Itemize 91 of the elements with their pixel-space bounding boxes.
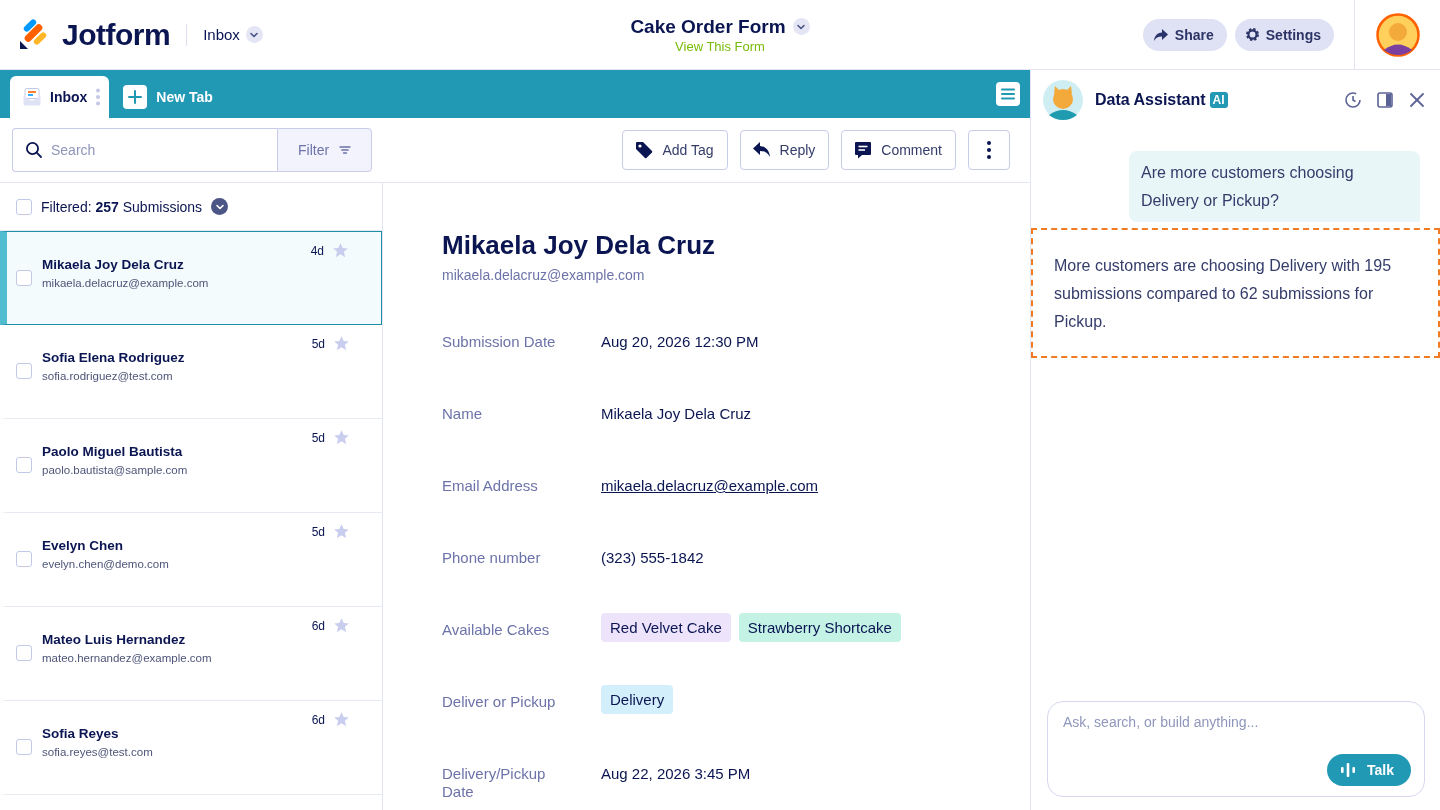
submission-age: 4d: [310, 243, 324, 258]
submitter-name: Sofia Reyes: [42, 726, 120, 741]
answer-tag: Red Velvet Cake: [601, 613, 731, 642]
submitter-email: sofia.reyes@test.com: [42, 746, 154, 758]
avatar-icon[interactable]: [1375, 12, 1420, 57]
comment-button[interactable]: Comment: [841, 130, 956, 170]
checkbox[interactable]: [16, 645, 32, 661]
submission-item[interactable]: Paolo Miguel Bautista paolo.bautista@sample.com 5d: [0, 419, 382, 513]
submitter-email: mikaela.delacruz@example.com: [442, 267, 646, 283]
panel-icon[interactable]: [1376, 91, 1394, 109]
field-value: (323) 555-1842: [601, 549, 704, 567]
submission-item[interactable]: Sofia Reyes sofia.reyes@test.com 6d: [0, 701, 382, 795]
user-message: Are more customers choosing Delivery or Pickup?: [1129, 151, 1420, 222]
submission-age: 5d: [311, 430, 325, 445]
settings-button[interactable]: Settings: [1234, 18, 1334, 51]
submitter-email: evelyn.chen@demo.com: [42, 558, 170, 570]
submission-item[interactable]: Mateo Luis Hernandez mateo.hernandez@example.com 6d: [0, 607, 382, 701]
reply-button[interactable]: Reply: [739, 130, 830, 170]
submitter-email: mateo.hernandez@example.com: [42, 652, 213, 664]
answer-tag: Strawberry Shortcake: [738, 613, 901, 642]
section-dropdown[interactable]: Inbox: [203, 26, 263, 43]
checkbox[interactable]: [16, 457, 32, 473]
filter-summary: Filtered: 257 Submissions: [41, 198, 203, 215]
assistant-message: More customers are choosing Delivery with 195 submissions compared to 62 submissions for Pickup.: [1031, 228, 1440, 358]
submission-age: 5d: [311, 524, 325, 539]
star-icon[interactable]: [333, 429, 350, 446]
dropdown-button[interactable]: [211, 198, 229, 215]
answer-tag: Delivery: [601, 685, 674, 714]
field-value: Mikaela Joy Dela Cruz: [601, 405, 752, 423]
share-icon: [1152, 27, 1169, 42]
chevron-button[interactable]: [792, 18, 810, 35]
kebab-icon: [95, 87, 102, 107]
submitter-email: paolo.bautista@sample.com: [42, 464, 189, 476]
submission-age: 6d: [311, 618, 325, 633]
field-label: Delivery/Pickup Date: [442, 765, 547, 801]
checkbox[interactable]: [16, 551, 32, 567]
field-label: Name: [442, 405, 483, 423]
submission-age: 5d: [311, 336, 325, 351]
more-icon: [986, 140, 992, 160]
voice-icon: [1341, 763, 1355, 777]
submission-item[interactable]: Sofia Elena Rodriguez sofia.rodriguez@test.com 5d: [0, 325, 382, 419]
field-value: Aug 22, 2026 3:45 PM: [601, 765, 751, 783]
submitter-email: mikaela.delacruz@example.com: [42, 277, 210, 289]
search-icon: [25, 141, 43, 159]
checkbox[interactable]: [16, 198, 32, 215]
submitter-name: Sofia Elena Rodriguez: [42, 350, 186, 365]
submission-item[interactable]: Mikaela Joy Dela Cruz mikaela.delacruz@example.com 4d: [0, 231, 382, 325]
form-title: Cake Order Form: [630, 15, 786, 38]
star-icon[interactable]: [333, 523, 350, 540]
email-link[interactable]: mikaela.delacruz@example.com: [601, 477, 818, 495]
field-label: Phone number: [442, 549, 542, 567]
field-label: Available Cakes: [442, 621, 551, 639]
reply-icon: [751, 141, 772, 159]
star-icon[interactable]: [333, 711, 350, 728]
add-tag-button[interactable]: Add Tag: [622, 130, 728, 170]
submission-age: 6d: [311, 712, 325, 727]
field-label: Submission Date: [442, 333, 557, 351]
tag-icon: [634, 140, 655, 160]
ai-badge: AI: [1209, 92, 1228, 108]
checkbox[interactable]: [16, 739, 32, 755]
inbox-tab[interactable]: Inbox: [10, 76, 110, 118]
field-label: Deliver or Pickup: [442, 693, 557, 711]
more-button[interactable]: [968, 130, 1010, 170]
history-icon[interactable]: [1344, 91, 1362, 109]
filter-button[interactable]: Filter: [277, 128, 372, 172]
share-button[interactable]: Share: [1142, 18, 1227, 51]
assistant-avatar: [1043, 80, 1083, 120]
search-field[interactable]: Search: [12, 128, 277, 172]
close-icon[interactable]: [1408, 91, 1426, 109]
inbox-icon: [22, 87, 42, 107]
checkbox[interactable]: [16, 270, 32, 286]
plus-icon: [123, 85, 148, 109]
filter-icon: [339, 145, 352, 155]
star-icon[interactable]: [333, 335, 350, 352]
field-label: Email Address: [442, 477, 539, 495]
submitter-name: Mateo Luis Hernandez: [42, 632, 187, 647]
settings-icon: [1244, 27, 1260, 42]
submitter-name: Mikaela Joy Dela Cruz: [42, 257, 185, 272]
star-icon[interactable]: [333, 617, 350, 634]
submission-item[interactable]: Evelyn Chen evelyn.chen@demo.com 5d: [0, 513, 382, 607]
submitter-name: Mikaela Joy Dela Cruz: [442, 230, 716, 261]
menu-icon[interactable]: [996, 82, 1020, 106]
field-value: Aug 20, 2026 12:30 PM: [601, 333, 759, 351]
comment-icon: [853, 140, 874, 160]
checkbox[interactable]: [16, 363, 32, 379]
submitter-name: Evelyn Chen: [42, 538, 125, 553]
star-icon[interactable]: [332, 242, 349, 259]
assistant-title: Data Assistant: [1095, 91, 1206, 109]
submitter-email: sofia.rodriguez@test.com: [42, 370, 174, 382]
submitter-name: Paolo Miguel Bautista: [42, 444, 184, 459]
logo-text: Jotform: [62, 17, 171, 52]
